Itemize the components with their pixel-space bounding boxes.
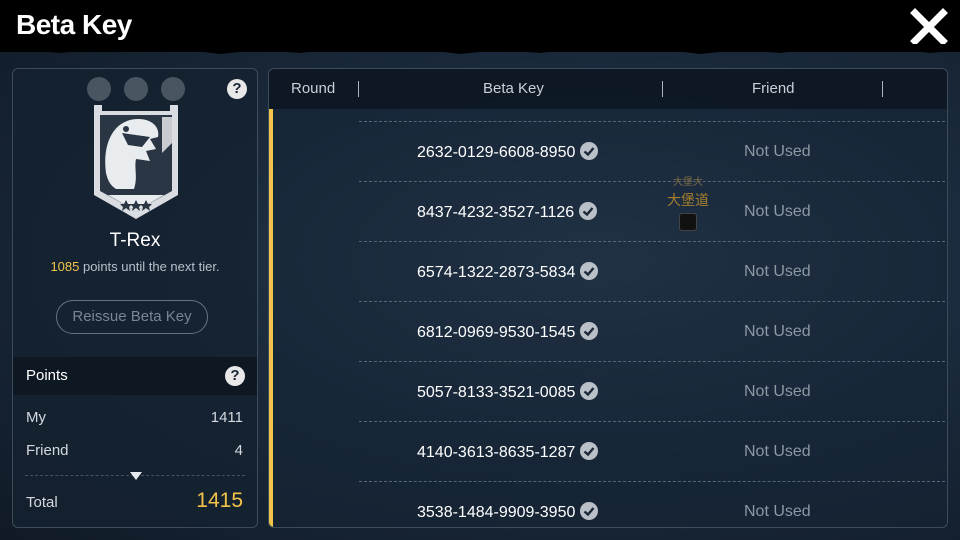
rank-name: T-Rex	[109, 230, 161, 251]
total-points-label: Total	[26, 494, 58, 511]
scroll-indicator	[269, 109, 273, 527]
rank-panel: ? T-Rex 1085 points until the next tier.…	[12, 68, 258, 528]
row-divider	[359, 121, 945, 122]
friend-status: Not Used	[744, 143, 811, 160]
watermark-text: 大堡道	[667, 192, 709, 208]
beta-key-value[interactable]: 5057-8133-3521-0085	[417, 382, 599, 402]
beta-key-table: Round Beta Key Friend 2632-0129-6608-895…	[268, 68, 948, 528]
page-title: Beta Key	[16, 9, 132, 40]
my-points-value: 1411	[210, 409, 243, 426]
check-icon	[579, 202, 598, 220]
table-header: Round Beta Key Friend	[269, 69, 947, 109]
watermark-face-icon	[679, 213, 697, 231]
torn-edge	[0, 44, 960, 54]
friend-points-value: 4	[234, 442, 243, 459]
beta-key-value[interactable]: 4140-3613-8635-1287	[417, 442, 599, 462]
friend-status: Not Used	[744, 383, 811, 400]
beta-key-value[interactable]: 6574-1322-2873-5834	[417, 262, 599, 282]
row-divider	[359, 361, 945, 362]
check-icon	[580, 502, 599, 520]
friend-status: Not Used	[744, 203, 811, 220]
tier-dots	[87, 77, 185, 101]
column-header-friend: Friend	[752, 80, 795, 97]
close-icon[interactable]	[910, 8, 948, 46]
beta-key-value[interactable]: 6812-0969-9530-1545	[417, 322, 599, 342]
friend-points-label: Friend	[26, 442, 69, 459]
next-tier-label: points until the next tier.	[79, 259, 220, 274]
check-icon	[580, 382, 599, 400]
friend-status: Not Used	[744, 263, 811, 280]
reissue-beta-key-button[interactable]: Reissue Beta Key	[56, 300, 208, 334]
points-title: Points	[26, 367, 68, 384]
check-icon	[580, 442, 599, 460]
friend-status: Not Used	[744, 503, 811, 520]
beta-key-value[interactable]: 3538-1484-9909-3950	[417, 502, 599, 522]
row-divider	[359, 421, 945, 422]
chevron-down-icon	[130, 472, 142, 480]
total-points-value: 1415	[196, 489, 243, 512]
tier-dot	[87, 77, 111, 101]
column-separator	[662, 81, 663, 97]
column-separator	[882, 81, 883, 97]
friend-status: Not Used	[744, 323, 811, 340]
watermark-small-text: 大堡大	[673, 177, 703, 188]
check-icon	[580, 322, 599, 340]
column-header-round: Round	[291, 80, 336, 97]
tier-dot	[124, 77, 148, 101]
beta-key-value[interactable]: 2632-0129-6608-8950	[417, 142, 599, 162]
points-to-next: 1085	[50, 259, 80, 274]
points-header: Points ?	[13, 357, 257, 395]
my-points-label: My	[26, 409, 46, 426]
watermark: 大堡大 大堡道	[665, 173, 711, 231]
row-divider	[359, 301, 945, 302]
column-separator	[358, 81, 359, 97]
row-divider	[359, 481, 945, 482]
rank-help-icon[interactable]: ?	[227, 79, 247, 99]
check-icon	[580, 142, 599, 160]
beta-key-value[interactable]: 8437-4232-3527-1126	[417, 202, 598, 222]
check-icon	[580, 262, 599, 280]
t-rex-badge-icon	[94, 105, 178, 219]
row-divider	[359, 241, 945, 242]
tier-dot	[161, 77, 185, 101]
row-divider	[359, 181, 945, 182]
column-header-beta-key: Beta Key	[483, 80, 544, 97]
next-tier-text: 1085 points until the next tier.	[13, 259, 257, 274]
friend-status: Not Used	[744, 443, 811, 460]
points-help-icon[interactable]: ?	[225, 366, 245, 386]
